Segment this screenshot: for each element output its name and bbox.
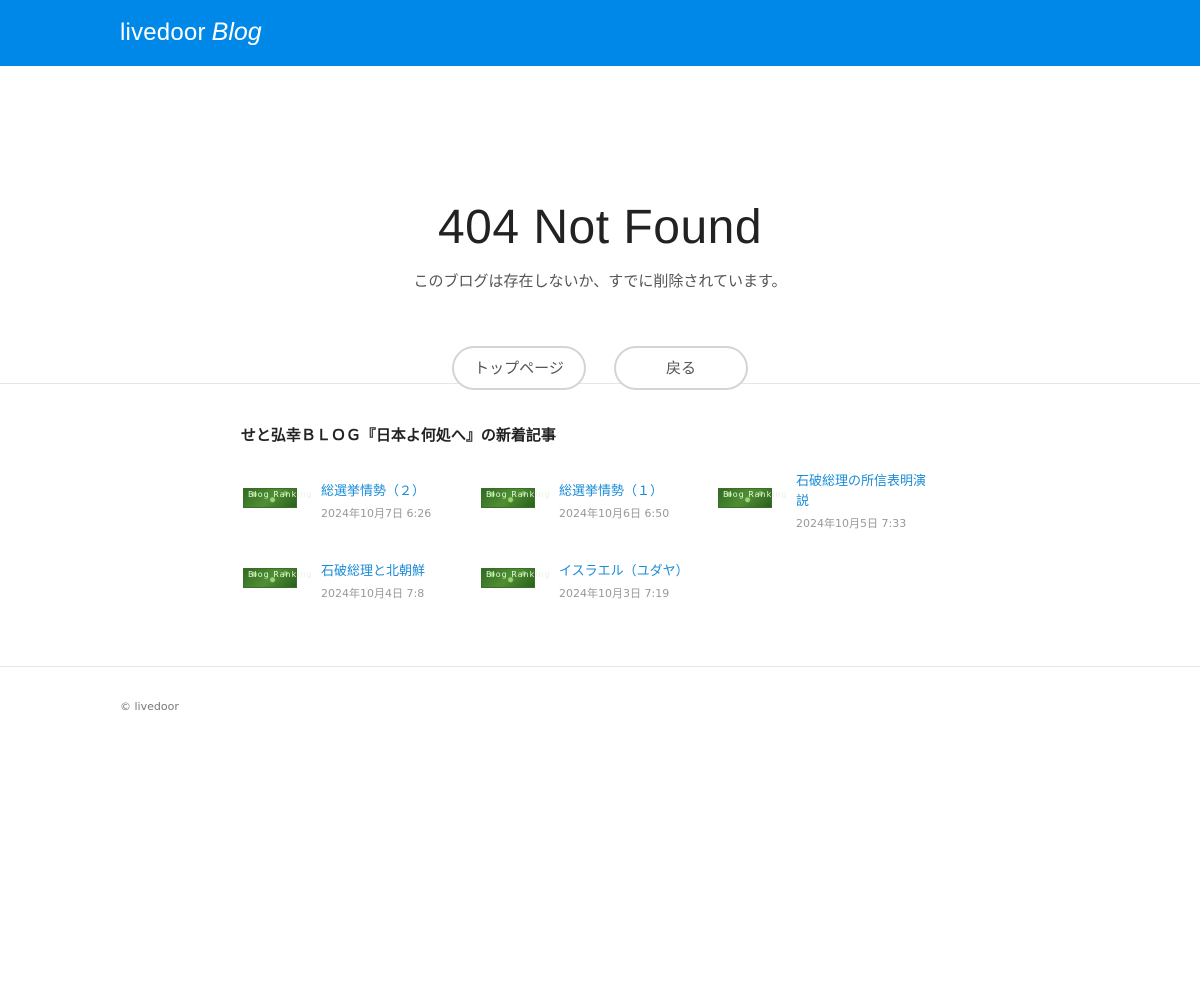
logo-livedoor-text: livedoor <box>120 19 206 46</box>
article-item: Blog Ranking 総選挙情勢（２） 2024年10月7日 6:26 <box>241 482 461 542</box>
error-title: 404 Not Found <box>437 201 763 254</box>
article-item: Blog Ranking 石破総理の所信表明演説 2024年10月5日 7:33 <box>716 472 936 532</box>
article-date: 2024年10月3日 7:19 <box>559 587 670 600</box>
article-title-link[interactable]: 石破総理と北朝鮮 <box>321 562 461 582</box>
recent-articles-heading: せと弘幸ＢＬＯＧ『日本よ何処へ』の新着記事 <box>241 426 557 444</box>
article-date: 2024年10月4日 7:8 <box>321 587 425 600</box>
article-thumbnail[interactable]: Blog Ranking <box>243 488 312 508</box>
article-date: 2024年10月7日 6:26 <box>321 507 432 520</box>
article-title-link[interactable]: イスラエル（ユダヤ） <box>559 562 699 582</box>
thumbnail-text: Blog Ranking <box>248 490 313 499</box>
copyright-text: © livedoor <box>120 700 179 713</box>
article-thumbnail[interactable]: Blog Ranking <box>243 568 312 588</box>
recent-articles-section: せと弘幸ＢＬＯＧ『日本よ何処へ』の新着記事 Blog Ranking 総選挙情勢… <box>0 384 1200 667</box>
article-thumbnail[interactable]: Blog Ranking <box>481 568 550 588</box>
article-date: 2024年10月6日 6:50 <box>559 507 670 520</box>
error-section: 404 Not Found このブログは存在しないか、すでに削除されています。 … <box>0 66 1200 390</box>
thumbnail-text: Blog Ranking <box>486 490 551 499</box>
thumbnail-text: Blog Ranking <box>248 570 313 579</box>
article-title-link[interactable]: 総選挙情勢（２） <box>321 482 461 502</box>
article-item: Blog Ranking 総選挙情勢（１） 2024年10月6日 6:50 <box>479 482 699 542</box>
article-date: 2024年10月5日 7:33 <box>796 517 907 530</box>
thumbnail-text: Blog Ranking <box>486 570 551 579</box>
article-item: Blog Ranking イスラエル（ユダヤ） 2024年10月3日 7:19 <box>479 562 699 622</box>
article-title-link[interactable]: 総選挙情勢（１） <box>559 482 699 502</box>
article-title-link[interactable]: 石破総理の所信表明演説 <box>796 472 936 512</box>
article-thumbnail[interactable]: Blog Ranking <box>481 488 550 508</box>
error-message: このブログは存在しないか、すでに削除されています。 <box>413 272 787 290</box>
thumbnail-text: Blog Ranking <box>723 490 788 499</box>
site-header: livedoor Blog <box>0 0 1200 66</box>
site-footer: © livedoor <box>0 667 1200 747</box>
article-thumbnail[interactable]: Blog Ranking <box>718 488 787 508</box>
livedoor-blog-logo[interactable]: livedoor Blog <box>120 17 262 48</box>
article-item: Blog Ranking 石破総理と北朝鮮 2024年10月4日 7:8 <box>241 562 461 622</box>
logo-blog-text: Blog <box>211 18 262 46</box>
